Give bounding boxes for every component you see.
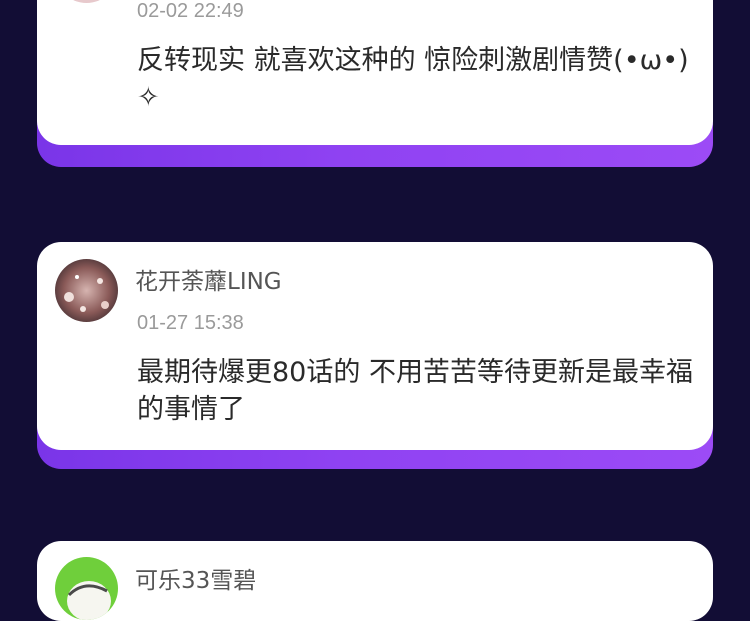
comment-card: 02-02 22:49 反转现实 就喜欢这种的 惊险刺激剧情赞(•ω•)✧ — [37, 0, 713, 170]
comment-card: 可乐33雪碧 — [37, 541, 713, 621]
comment-card-body: 花开荼蘼LING 01-27 15:38 最期待爆更80话的 不用苦苦等待更新是… — [37, 242, 713, 450]
comment-card-body: 02-02 22:49 反转现实 就喜欢这种的 惊险刺激剧情赞(•ω•)✧ — [37, 0, 713, 145]
comment-username[interactable]: 花开荼蘼LING — [135, 262, 282, 296]
comment-text: 最期待爆更80话的 不用苦苦等待更新是最幸福的事情了 — [137, 357, 693, 425]
comment-timestamp: 01-27 15:38 — [137, 312, 244, 334]
comment-username[interactable]: 可乐33雪碧 — [135, 561, 256, 595]
comment-card: 花开荼蘼LING 01-27 15:38 最期待爆更80话的 不用苦苦等待更新是… — [37, 242, 713, 472]
comment-text: 反转现实 就喜欢这种的 惊险刺激剧情赞(•ω•)✧ — [137, 45, 689, 113]
green-cartoon-avatar-icon[interactable] — [55, 557, 118, 620]
comment-card-body: 可乐33雪碧 — [37, 541, 713, 621]
pink-avatar-icon[interactable] — [55, 0, 118, 3]
comment-timestamp: 02-02 22:49 — [137, 0, 244, 22]
sparkle-photo-avatar-icon[interactable] — [55, 259, 118, 322]
